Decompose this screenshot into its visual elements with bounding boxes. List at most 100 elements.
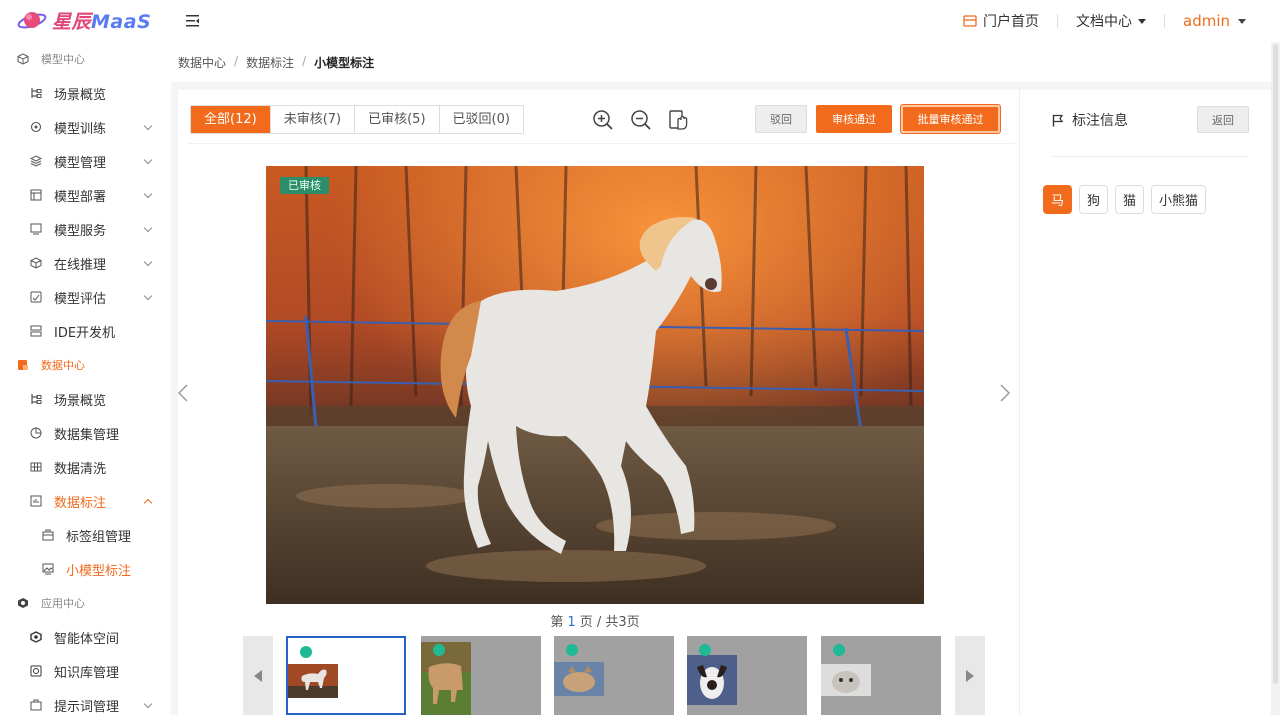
sidebar-group-data-center[interactable]: 数据中心 [0, 348, 171, 382]
divider [1164, 14, 1165, 28]
thumbnail-strip [243, 636, 986, 715]
sidebar-item-ide[interactable]: IDE开发机 [0, 314, 171, 348]
sidebar-item-knowledge-base[interactable]: 知识库管理 [0, 654, 171, 688]
divider [1057, 14, 1058, 28]
sidebar-item-model-training[interactable]: 模型训练 [0, 110, 171, 144]
data-center-icon [18, 360, 28, 370]
chevron-down-icon [143, 291, 153, 301]
agent-icon [30, 631, 42, 643]
breadcrumb-separator: / [302, 54, 307, 68]
layout-icon [30, 189, 42, 201]
brand-name: 星辰MaaS [52, 7, 151, 34]
thumbnail-cow [421, 642, 471, 715]
triangle-left-icon [254, 669, 262, 682]
tag-horse[interactable]: 马 [1043, 185, 1073, 214]
box-icon [30, 257, 42, 269]
annotation-image[interactable] [266, 166, 924, 604]
sidebar-item-label: 模型管理 [54, 155, 107, 171]
sidebar-item-model-management[interactable]: 模型管理 [0, 144, 171, 178]
chevron-down-icon [1238, 18, 1246, 24]
sidebar-item-label: 模型评估 [54, 291, 107, 307]
chevron-up-icon [143, 498, 153, 508]
server-icon [30, 325, 42, 337]
portal-link[interactable]: 门户首页 [963, 11, 1039, 31]
triangle-right-icon [966, 669, 974, 682]
approve-button[interactable]: 审核通过 [816, 105, 892, 133]
pan-hand-icon[interactable] [668, 109, 690, 131]
tab-rejected[interactable]: 已驳回(0) [440, 106, 523, 133]
breadcrumb-item[interactable]: 数据中心 [178, 54, 226, 71]
thumbnail-cat [554, 662, 604, 696]
briefcase-icon [42, 529, 54, 541]
cube-icon [17, 53, 29, 65]
sidebar-item-scene-overview[interactable]: 场景概览 [0, 76, 171, 110]
sidebar-item-model-evaluation[interactable]: 模型评估 [0, 280, 171, 314]
chevron-down-icon [143, 121, 153, 131]
page-scrollbar[interactable] [1271, 42, 1280, 715]
chevron-left-icon[interactable] [178, 384, 188, 402]
sidebar-item-dataset-management[interactable]: 数据集管理 [0, 416, 171, 450]
thumbnail-next-button[interactable] [955, 636, 985, 715]
batch-approve-button[interactable]: 批量审核通过 [901, 105, 1000, 133]
brand-cn: 星辰 [52, 10, 92, 33]
top-right-nav: 门户首页 文档中心 admin [963, 0, 1280, 42]
sidebar-item-label: 智能体空间 [54, 631, 120, 647]
thumbnail-item[interactable] [554, 636, 674, 715]
logo[interactable]: 星辰MaaS [16, 6, 151, 34]
planet-logo-icon [17, 12, 47, 29]
user-menu[interactable]: admin [1183, 12, 1246, 30]
grid-icon [30, 462, 42, 472]
tab-unreviewed[interactable]: 未审核(7) [271, 106, 356, 133]
thumbnail-dog [687, 655, 737, 705]
breadcrumb: 数据中心 / 数据标注 / 小模型标注 [178, 54, 374, 71]
sidebar-item-data-annotation[interactable]: 数据标注 [0, 484, 171, 518]
status-dot [699, 644, 711, 656]
sidebar-item-online-inference[interactable]: 在线推理 [0, 246, 171, 280]
knowledge-icon [30, 665, 42, 677]
brand-en: MaaS [91, 10, 152, 33]
evaluation-icon [30, 291, 42, 303]
docs-dropdown[interactable]: 文档中心 [1076, 11, 1146, 31]
sidebar-item-label-group-management[interactable]: 标签组管理 [0, 518, 171, 552]
sidebar-item-prompt-management[interactable]: 提示词管理 [0, 688, 171, 715]
top-bar: 星辰MaaS 门户首页 文档中心 admin [0, 0, 1280, 42]
sidebar-item-label: IDE开发机 [54, 325, 116, 341]
chevron-down-icon [143, 155, 153, 165]
thumbnail-item[interactable] [687, 636, 807, 715]
sidebar-item-label: 场景概览 [54, 393, 107, 409]
sidebar-item-model-service[interactable]: 模型服务 [0, 212, 171, 246]
sidebar-item-small-model-annotation[interactable]: 小模型标注 [0, 552, 171, 586]
user-name: admin [1183, 12, 1230, 30]
status-dot [433, 644, 445, 656]
thumbnail-item[interactable] [286, 636, 406, 715]
tag-cat[interactable]: 猫 [1115, 185, 1145, 214]
pager-prefix: 第 [550, 615, 564, 630]
sidebar-item-label: 模型部署 [54, 189, 107, 205]
reject-button[interactable]: 驳回 [755, 105, 807, 133]
thumbnail-item[interactable] [821, 636, 941, 715]
tab-reviewed[interactable]: 已审核(5) [355, 106, 440, 133]
sidebar-item-model-deploy[interactable]: 模型部署 [0, 178, 171, 212]
chevron-down-icon [143, 223, 153, 233]
breadcrumb-item[interactable]: 数据标注 [246, 54, 294, 71]
training-icon [30, 121, 42, 133]
tag-dog[interactable]: 狗 [1079, 185, 1109, 214]
scrollbar-thumb[interactable] [1273, 44, 1278, 684]
bar-chart-icon [30, 495, 42, 507]
docs-link-label: 文档中心 [1076, 14, 1132, 30]
back-button[interactable]: 返回 [1197, 106, 1249, 133]
sidebar-item-data-cleaning[interactable]: 数据清洗 [0, 450, 171, 484]
chevron-right-icon[interactable] [1000, 384, 1010, 402]
tab-all[interactable]: 全部(12) [191, 106, 271, 133]
menu-toggle-icon[interactable] [185, 13, 201, 29]
sidebar-item-label: 场景概览 [54, 87, 107, 103]
sidebar-item-label: 模型训练 [54, 121, 107, 137]
zoom-out-icon[interactable] [630, 109, 652, 131]
sidebar-group-model-center[interactable]: 模型中心 [0, 42, 171, 76]
thumbnail-prev-button[interactable] [243, 636, 273, 715]
thumbnail-item[interactable] [421, 636, 541, 715]
zoom-in-icon[interactable] [592, 109, 614, 131]
sidebar-item-data-scene-overview[interactable]: 场景概览 [0, 382, 171, 416]
sidebar-item-label: 提示词管理 [54, 699, 120, 715]
tag-red-panda[interactable]: 小熊猫 [1151, 185, 1207, 214]
